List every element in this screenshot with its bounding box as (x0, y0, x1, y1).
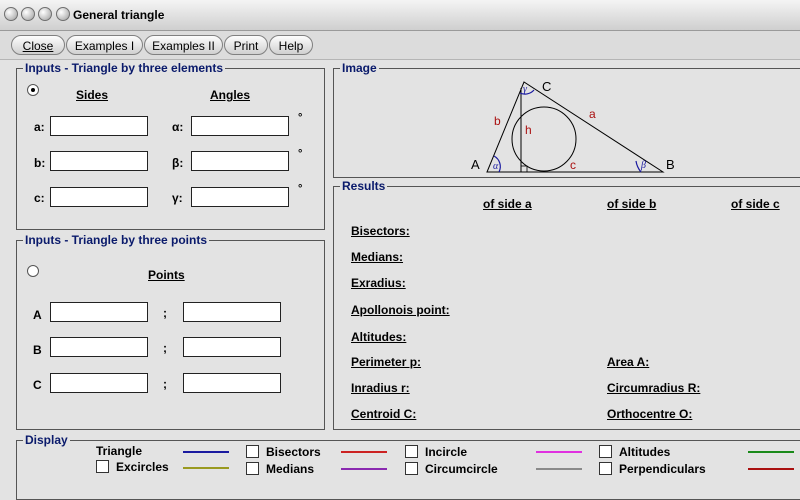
point-b-y-input[interactable] (183, 337, 281, 357)
triangle-color-swatch (183, 451, 229, 453)
point-c-y-input[interactable] (183, 373, 281, 393)
minimize-window-icon[interactable] (21, 7, 35, 21)
side-c-input[interactable] (50, 187, 148, 207)
perimeter-label: Perimeter p: (351, 355, 422, 369)
print-button[interactable]: Print (224, 35, 268, 55)
display-incircle-label: Incircle (425, 445, 468, 459)
perpendiculars-checkbox[interactable] (599, 462, 612, 475)
vertex-a-label: A (471, 157, 480, 172)
angle-beta-label: β: (172, 156, 184, 170)
circumcircle-checkbox[interactable] (405, 462, 418, 475)
bisectors-label: Bisectors: (351, 224, 410, 238)
incircle-color-swatch (536, 451, 582, 453)
medians-checkbox[interactable] (246, 462, 259, 475)
incircle-checkbox[interactable] (405, 445, 418, 458)
point-a-separator: ; (163, 306, 167, 320)
display-medians-label: Medians (266, 462, 315, 476)
examples-ii-button[interactable]: Examples II (144, 35, 223, 55)
col-header-side-c: of side c (731, 197, 780, 211)
results-title: Results (340, 179, 388, 193)
triangle-diagram: A B C a b c h α β γ (471, 79, 675, 173)
point-c-label: C (33, 378, 42, 392)
alpha-mark: α (493, 161, 499, 172)
close-button[interactable]: Close (11, 35, 65, 55)
degree-symbol: ° (298, 112, 303, 124)
side-a-input[interactable] (50, 116, 148, 136)
perpendiculars-color-swatch (748, 468, 794, 470)
right-angle-mark (520, 165, 528, 173)
point-a-label: A (33, 308, 42, 322)
incircle-shape (511, 106, 577, 172)
col-header-side-b: of side b (607, 197, 657, 211)
beta-mark: β (640, 160, 646, 171)
altitudes-checkbox[interactable] (599, 445, 612, 458)
point-b-separator: ; (163, 341, 167, 355)
side-a-mark: a (589, 107, 596, 121)
side-b-input[interactable] (50, 151, 148, 171)
inradius-label: Inradius r: (351, 381, 410, 395)
vertex-b-label: B (666, 157, 675, 172)
angle-gamma-input[interactable] (191, 187, 289, 207)
side-a-label: a: (34, 120, 45, 134)
angle-alpha-label: α: (172, 120, 184, 134)
altitudes-color-swatch (748, 451, 794, 453)
degree-symbol: ° (298, 148, 303, 160)
inputs-points-title: Inputs - Triangle by three points (23, 233, 210, 247)
window-title: General triangle (73, 8, 165, 22)
side-c-label: c: (34, 191, 45, 205)
circumcircle-color-swatch (536, 468, 582, 470)
excircles-color-swatch (183, 467, 229, 469)
centroid-label: Centroid C: (351, 407, 417, 421)
app-icon (56, 7, 70, 21)
title-bar: General triangle (0, 0, 800, 31)
degree-symbol: ° (298, 183, 303, 195)
orthocentre-label: Orthocentre O: (607, 407, 693, 421)
point-b-label: B (33, 343, 42, 357)
altitudes-label: Altitudes: (351, 330, 407, 344)
display-circumcircle-label: Circumcircle (425, 462, 498, 476)
angle-alpha-input[interactable] (191, 116, 289, 136)
maximize-window-icon[interactable] (38, 7, 52, 21)
point-a-x-input[interactable] (50, 302, 148, 322)
side-c-mark: c (570, 158, 576, 172)
display-altitudes-label: Altitudes (619, 445, 671, 459)
point-b-x-input[interactable] (50, 337, 148, 357)
display-triangle-label: Triangle (96, 444, 143, 458)
exradius-label: Exradius: (351, 276, 406, 290)
angle-beta-input[interactable] (191, 151, 289, 171)
angle-gamma-label: γ: (172, 191, 183, 205)
apollonius-point-label: Apollonois point: (351, 303, 450, 317)
sides-header: Sides (76, 88, 109, 102)
height-mark: h (525, 123, 532, 137)
angles-header: Angles (210, 88, 251, 102)
display-excircles-label: Excircles (116, 460, 169, 474)
side-b-mark: b (494, 114, 501, 128)
side-b-label: b: (34, 156, 46, 170)
elements-radio[interactable] (27, 84, 39, 96)
display-title: Display (23, 433, 70, 447)
point-c-x-input[interactable] (50, 373, 148, 393)
point-a-y-input[interactable] (183, 302, 281, 322)
inputs-elements-title: Inputs - Triangle by three elements (23, 61, 226, 75)
medians-color-swatch (341, 468, 387, 470)
menu-bar: Close Examples I Examples II Print Help (0, 31, 800, 60)
point-c-separator: ; (163, 377, 167, 391)
display-perpendiculars-label: Perpendiculars (619, 462, 706, 476)
bisectors-checkbox[interactable] (246, 445, 259, 458)
bisectors-color-swatch (341, 451, 387, 453)
medians-label: Medians: (351, 250, 404, 264)
points-header: Points (148, 268, 185, 282)
vertex-c-label: C (542, 79, 551, 94)
area-label: Area A: (607, 355, 650, 369)
points-radio[interactable] (27, 265, 39, 277)
close-window-icon[interactable] (4, 7, 18, 21)
display-bisectors-label: Bisectors (266, 445, 321, 459)
help-button[interactable]: Help (269, 35, 313, 55)
circumradius-label: Circumradius R: (607, 381, 701, 395)
excircles-checkbox[interactable] (96, 460, 109, 473)
col-header-side-a: of side a (483, 197, 532, 211)
examples-i-button[interactable]: Examples I (66, 35, 143, 55)
